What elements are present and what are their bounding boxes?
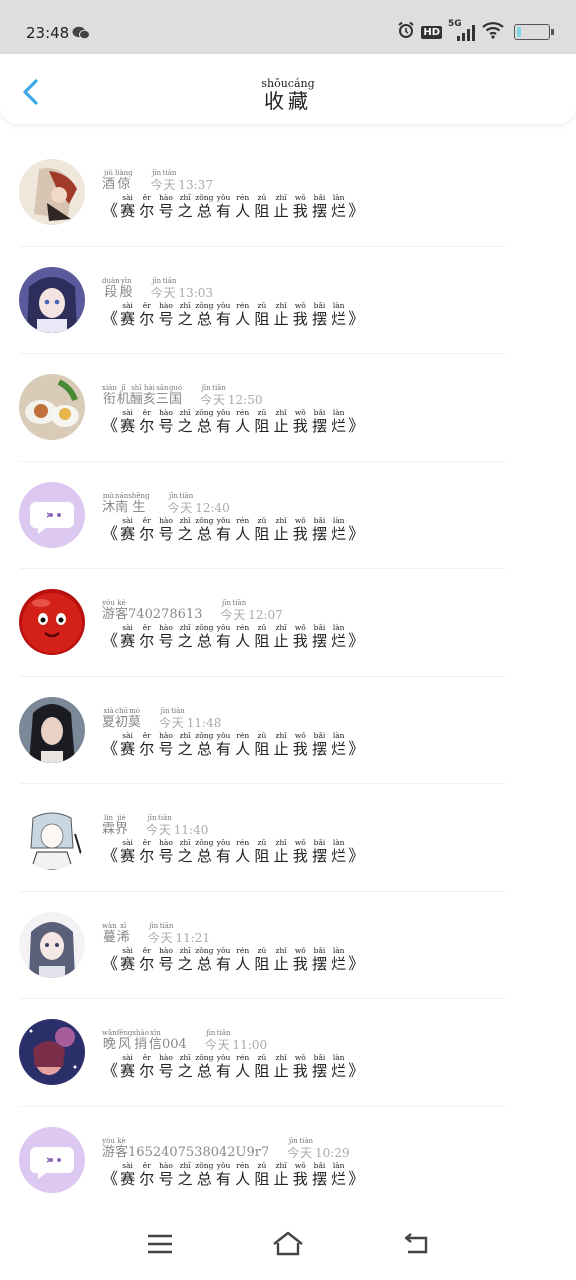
list-item[interactable]: xià 夏 chū 初 mò 莫 jīn 今 tiān 天 11:48 《 sài 赛 ěr 尔 hào 号 zhī… bbox=[0, 677, 576, 784]
timestamp: jīn 今 tiān 天 13:37 bbox=[150, 169, 213, 192]
avatar-food-icon[interactable] bbox=[19, 374, 85, 440]
user-name: mù 沐 nán 南 shēng 生 bbox=[102, 491, 150, 515]
favorite-title[interactable]: 《 sài 赛 ěr 尔 hào 号 zhī 之 zǒng 总 yǒu 有 rén 人 zǔ 阻 zhǐ 止 wǒ 我 b… bbox=[102, 301, 364, 328]
menu-icon[interactable] bbox=[146, 1230, 174, 1262]
avatar-default-chat-icon[interactable] bbox=[19, 1126, 85, 1193]
signal-icon: 5G bbox=[448, 19, 476, 42]
battery-icon bbox=[514, 24, 554, 40]
favorite-title[interactable]: 《 sài 赛 ěr 尔 hào 号 zhī 之 zǒng 总 yǒu 有 rén 人 zǔ 阻 zhǐ 止 wǒ 我 b… bbox=[102, 408, 364, 435]
favorite-title[interactable]: 《 sài 赛 ěr 尔 hào 号 zhī 之 zǒng 总 yǒu 有 rén 人 zǔ 阻 zhǐ 止 wǒ 我 b… bbox=[102, 193, 364, 220]
user-name: lín 霖 jiè 界 bbox=[102, 814, 129, 837]
avatar-anime-girl-icon[interactable] bbox=[19, 911, 85, 978]
item-meta: yóu 游 kè 客 740278613 jīn 今 tiān 天 12:07 bbox=[102, 599, 283, 623]
list-item[interactable]: jiǔ 酒 liàng 倞 jīn 今 tiān 天 13:37 《 sài 赛 ěr 尔 hào 号 zhī 之… bbox=[0, 139, 576, 247]
wechat-icon bbox=[72, 25, 90, 44]
favorites-list: jiǔ 酒 liàng 倞 jīn 今 tiān 天 13:37 《 sài 赛 ěr 尔 hào 号 zhī 之… bbox=[0, 139, 576, 1214]
favorite-title[interactable]: 《 sài 赛 ěr 尔 hào 号 zhī 之 zǒng 总 yǒu 有 rén 人 zǔ 阻 zhǐ 止 wǒ 我 b… bbox=[102, 1053, 364, 1080]
favorite-title[interactable]: 《 sài 赛 ěr 尔 hào 号 zhī 之 zǒng 总 yǒu 有 rén 人 zǔ 阻 zhǐ 止 wǒ 我 b… bbox=[102, 623, 364, 650]
avatar-anime-icon[interactable] bbox=[19, 266, 85, 333]
list-item[interactable]: yóu 游 kè 客 740278613 jīn 今 tiān 天 12:07 《 sài 赛 ěr 尔 hà… bbox=[0, 569, 576, 677]
item-meta: wàn 蔓 xī 浠 jīn 今 tiān 天 11:21 bbox=[102, 922, 210, 946]
home-icon[interactable] bbox=[272, 1230, 304, 1262]
user-name: duàn 段 yīn 殷 bbox=[102, 276, 133, 300]
user-name: yóu 游 kè 客 1652407538042U9r7 bbox=[102, 1136, 270, 1160]
timestamp: jīn 今 tiān 天 11:21 bbox=[147, 921, 211, 945]
timestamp: jīn 今 tiān 天 10:29 bbox=[287, 1136, 350, 1160]
list-item[interactable]: duàn 段 yīn 殷 jīn 今 tiān 天 13:03 《 sài 赛 ěr 尔 hào 号 zhī 之 z… bbox=[0, 247, 576, 354]
timestamp: jīn 今 tiān 天 11:00 bbox=[204, 1029, 268, 1052]
hd-icon: HD bbox=[421, 25, 442, 39]
list-item[interactable]: mù 沐 nán 南 shēng 生 jīn 今 tiān 天 12:40 《 sài 赛 ěr 尔 hào 号 z… bbox=[0, 462, 576, 569]
item-meta: xián 衔 jī 机 shī 酾 hài 亥 sān 三 guó 国 jīn 今 tiān 天 12:50 bbox=[102, 384, 263, 408]
avatar-red-ball-icon[interactable] bbox=[19, 589, 85, 655]
avatar-illustration-icon[interactable] bbox=[19, 159, 85, 225]
timestamp: jīn 今 tiān 天 13:03 bbox=[150, 276, 214, 300]
favorite-title[interactable]: 《 sài 赛 ěr 尔 hào 号 zhī 之 zǒng 总 yǒu 有 rén 人 zǔ 阻 zhǐ 止 wǒ 我 b… bbox=[102, 1161, 364, 1188]
avatar-sketch-icon[interactable] bbox=[19, 804, 85, 870]
item-meta: jiǔ 酒 liàng 倞 jīn 今 tiān 天 13:37 bbox=[102, 169, 213, 193]
list-item[interactable]: wàn 蔓 xī 浠 jīn 今 tiān 天 11:21 《 sài 赛 ěr 尔 hào 号 zhī 之 zǒn… bbox=[0, 892, 576, 999]
item-meta: wǎn 晚 fēng 风 shāo 捎 xìn 信 004 jīn 今 tiān 天 11:00 bbox=[102, 1029, 267, 1053]
page-title: shōucáng 收藏 bbox=[0, 78, 576, 113]
item-meta: mù 沐 nán 南 shēng 生 jīn 今 tiān 天 12:40 bbox=[102, 492, 230, 516]
user-name: xián 衔 jī 机 shī 酾 hài 亥 sān 三 guó 国 bbox=[102, 384, 183, 407]
status-time: 23:48 bbox=[26, 24, 70, 42]
item-meta: duàn 段 yīn 殷 jīn 今 tiān 天 13:03 bbox=[102, 277, 213, 301]
back-icon[interactable] bbox=[402, 1230, 432, 1262]
wifi-icon bbox=[482, 21, 504, 43]
avatar-default-chat-icon[interactable] bbox=[19, 481, 85, 548]
item-meta: lín 霖 jiè 界 jīn 今 tiān 天 11:40 bbox=[102, 814, 208, 838]
timestamp: jīn 今 tiān 天 11:40 bbox=[146, 814, 209, 837]
page-title-text: 收藏 bbox=[264, 89, 312, 113]
status-bar: 23:48 HD 5G bbox=[0, 0, 576, 54]
user-name: yóu 游 kè 客 740278613 bbox=[102, 599, 203, 622]
alarm-icon bbox=[397, 21, 415, 43]
list-item[interactable]: lín 霖 jiè 界 jīn 今 tiān 天 11:40 《 sài 赛 ěr 尔 hào 号 zhī 之 zǒ… bbox=[0, 784, 576, 892]
list-item[interactable]: wǎn 晚 fēng 风 shāo 捎 xìn 信 004 jīn 今 tiān 天 11:00 《 sài 赛… bbox=[0, 999, 576, 1107]
user-name: wǎn 晚 fēng 风 shāo 捎 xìn 信 004 bbox=[102, 1029, 187, 1052]
list-item[interactable]: xián 衔 jī 机 shī 酾 hài 亥 sān 三 guó 国 jīn 今 tiān 天 12:50 《 s… bbox=[0, 354, 576, 462]
timestamp: jīn 今 tiān 天 12:40 bbox=[167, 491, 230, 515]
favorite-title[interactable]: 《 sài 赛 ěr 尔 hào 号 zhī 之 zǒng 总 yǒu 有 rén 人 zǔ 阻 zhǐ 止 wǒ 我 b… bbox=[102, 516, 364, 543]
favorite-title[interactable]: 《 sài 赛 ěr 尔 hào 号 zhī 之 zǒng 总 yǒu 有 rén 人 zǔ 阻 zhǐ 止 wǒ 我 b… bbox=[102, 731, 364, 758]
favorite-title[interactable]: 《 sài 赛 ěr 尔 hào 号 zhī 之 zǒng 总 yǒu 有 rén 人 zǔ 阻 zhǐ 止 wǒ 我 b… bbox=[102, 946, 364, 973]
user-name: wàn 蔓 xī 浠 bbox=[102, 921, 130, 945]
item-meta: xià 夏 chū 初 mò 莫 jīn 今 tiān 天 11:48 bbox=[102, 707, 221, 731]
avatar-night-icon[interactable] bbox=[19, 1019, 85, 1085]
page-header: shōucáng 收藏 bbox=[0, 54, 576, 124]
timestamp: jīn 今 tiān 天 12:07 bbox=[220, 599, 283, 622]
avatar-portrait-icon[interactable] bbox=[19, 696, 85, 763]
battery-level bbox=[517, 27, 521, 37]
list-item[interactable]: yóu 游 kè 客 1652407538042U9r7 jīn 今 tiān 天 10:29 《 s… bbox=[0, 1107, 576, 1214]
favorite-title[interactable]: 《 sài 赛 ěr 尔 hào 号 zhī 之 zǒng 总 yǒu 有 rén 人 zǔ 阻 zhǐ 止 wǒ 我 b… bbox=[102, 838, 364, 865]
user-name: jiǔ 酒 liàng 倞 bbox=[102, 169, 133, 192]
timestamp: jīn 今 tiān 天 12:50 bbox=[200, 384, 263, 407]
timestamp: jīn 今 tiān 天 11:48 bbox=[159, 706, 222, 730]
item-meta: yóu 游 kè 客 1652407538042U9r7 jīn 今 tiān 天 10:29 bbox=[102, 1137, 350, 1161]
user-name: xià 夏 chū 初 mò 莫 bbox=[102, 706, 142, 730]
system-nav-bar bbox=[0, 1212, 576, 1280]
